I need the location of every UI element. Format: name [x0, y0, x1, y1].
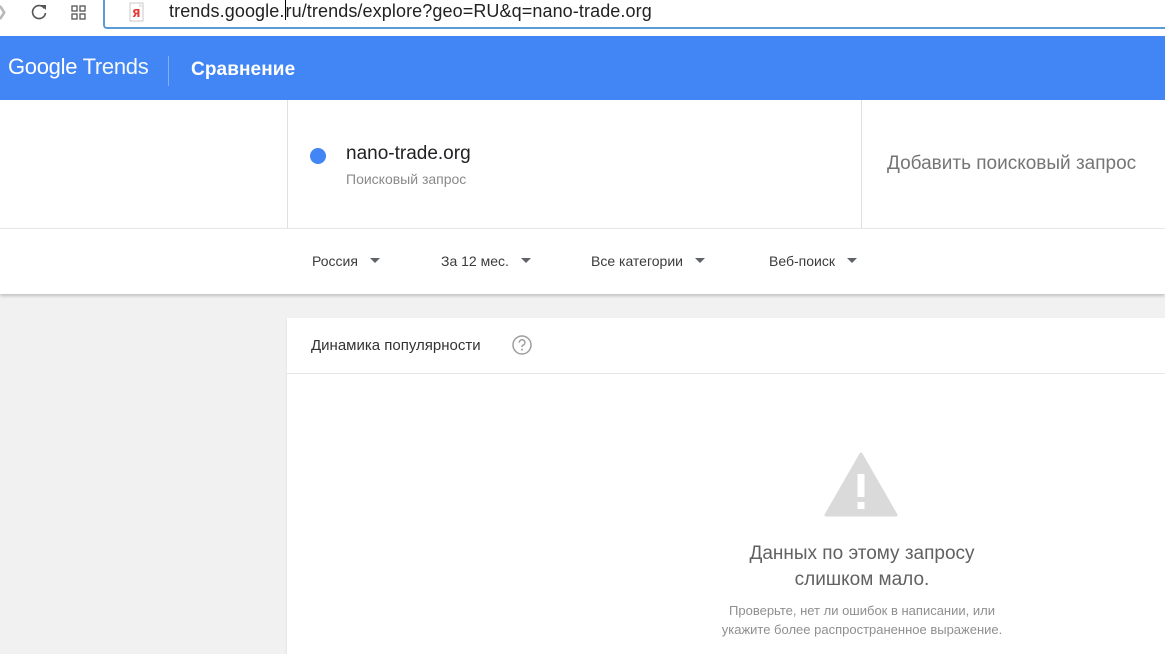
url-host: trends.google [169, 1, 280, 21]
add-term-input[interactable]: Добавить поисковый запрос [887, 153, 1136, 175]
search-type-filter[interactable]: Веб-поиск [769, 253, 857, 269]
term-type: Поисковый запрос [346, 171, 467, 187]
svg-text:Я: Я [132, 7, 140, 20]
header-divider [168, 56, 169, 86]
empty-state-subtitle: Проверьте, нет ли ошибок в написании, ил… [667, 601, 1057, 639]
reload-icon[interactable] [28, 1, 50, 23]
interest-over-time-card: Динамика популярности Данных по этому за… [287, 318, 1165, 654]
period-filter[interactable]: За 12 мес. [441, 253, 531, 269]
browser-toolbar: ❯ Я trends.google.ru/trends/explore?geo=… [0, 0, 1165, 37]
logo-trends: Trends [82, 54, 149, 79]
url-text[interactable]: trends.google.ru/trends/explore?geo=RU&q… [169, 0, 652, 22]
term-card[interactable]: nano-trade.org Поисковый запрос [287, 100, 862, 228]
category-filter-label: Все категории [591, 253, 683, 269]
empty-title-line-2: слишком мало. [794, 569, 930, 590]
dropdown-arrow-icon [520, 258, 531, 263]
page-title: Сравнение [191, 59, 296, 80]
empty-sub-line-2: укажите более распространенное выражение… [721, 622, 1003, 637]
dropdown-arrow-icon [369, 258, 380, 263]
term-name[interactable]: nano-trade.org [346, 143, 471, 165]
tabs-grid-icon[interactable] [69, 2, 89, 22]
empty-state-title: Данных по этому запросу слишком мало. [667, 541, 1057, 593]
card-title: Динамика популярности [311, 337, 481, 354]
category-filter[interactable]: Все категории [591, 253, 705, 269]
card-header: Динамика популярности [287, 318, 1165, 374]
search-type-filter-label: Веб-поиск [769, 253, 835, 269]
term-color-dot [310, 148, 326, 164]
terms-panel: nano-trade.org Поисковый запрос Добавить… [0, 100, 1165, 228]
logo-google: Google [8, 54, 78, 79]
empty-title-line-1: Данных по этому запросу [749, 543, 975, 564]
back-arrow-icon[interactable]: ❯ [0, 3, 8, 19]
address-bar[interactable]: Я trends.google.ru/trends/explore?geo=RU… [103, 0, 1165, 29]
url-path: ru/trends/explore?geo=RU&q=nano-trade.or… [285, 1, 652, 21]
google-trends-logo[interactable]: Google Trends [8, 54, 149, 80]
region-filter-label: Россия [312, 253, 358, 269]
dropdown-arrow-icon [846, 258, 857, 263]
warning-icon [824, 452, 898, 518]
dropdown-arrow-icon [694, 258, 705, 263]
trends-header: Google Trends Сравнение [0, 36, 1165, 100]
period-filter-label: За 12 мес. [441, 253, 509, 269]
yandex-icon: Я [127, 1, 147, 23]
empty-sub-line-1: Проверьте, нет ли ошибок в написании, ил… [729, 603, 995, 618]
help-circle-icon[interactable] [511, 334, 533, 356]
filter-bar: Россия За 12 мес. Все категории Веб-поис… [0, 228, 1165, 294]
region-filter[interactable]: Россия [312, 253, 380, 269]
